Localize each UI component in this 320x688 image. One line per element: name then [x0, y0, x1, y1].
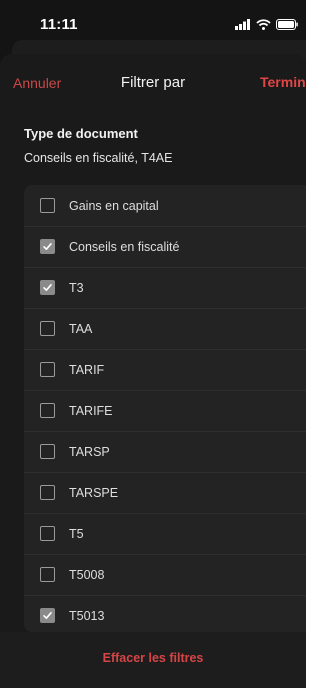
filter-option-row[interactable]: TARSP	[24, 431, 306, 472]
checkbox-unchecked[interactable]	[40, 198, 55, 213]
row-divider	[24, 513, 306, 514]
phone-screen: 11:11 Annuler Filtrer par Termin Type de…	[0, 0, 306, 688]
done-button[interactable]: Terminé	[260, 74, 306, 90]
row-divider	[24, 349, 306, 350]
section-summary: Conseils en fiscalité, T4AE	[24, 151, 173, 165]
checkbox-unchecked[interactable]	[40, 444, 55, 459]
filter-option-label: TAA	[69, 321, 93, 336]
filter-option-label: TARSPE	[69, 485, 119, 500]
filter-option-row[interactable]: TARSPE	[24, 472, 306, 513]
checkbox-unchecked[interactable]	[40, 567, 55, 582]
status-bar: 11:11	[0, 0, 306, 40]
filter-option-row[interactable]: TARIF	[24, 349, 306, 390]
filter-option-label: T5013	[69, 608, 105, 623]
checkbox-unchecked[interactable]	[40, 485, 55, 500]
filter-option-row[interactable]: TARIFE	[24, 390, 306, 431]
checkmark-icon	[43, 284, 52, 291]
checkbox-checked[interactable]	[40, 608, 55, 623]
filter-option-label: TARIF	[69, 362, 105, 377]
row-divider	[24, 226, 306, 227]
status-icons	[235, 17, 298, 35]
checkmark-icon	[43, 243, 52, 250]
checkmark-icon	[43, 612, 52, 619]
filter-option-row[interactable]: TAA	[24, 308, 306, 349]
checkbox-unchecked[interactable]	[40, 321, 55, 336]
filter-option-label: T5008	[69, 567, 105, 582]
filter-option-row[interactable]: T3	[24, 267, 306, 308]
filter-sheet: Annuler Filtrer par Terminé Type de docu…	[0, 54, 306, 688]
filter-option-label: T5	[69, 526, 84, 541]
filter-option-label: Gains en capital	[69, 198, 159, 213]
filter-option-label: TARSP	[69, 444, 110, 459]
row-divider	[24, 308, 306, 309]
row-divider	[24, 554, 306, 555]
filter-option-row[interactable]: T5013	[24, 595, 306, 632]
row-divider	[24, 267, 306, 268]
row-divider	[24, 472, 306, 473]
row-divider	[24, 390, 306, 391]
filter-option-row[interactable]: Conseils en fiscalité	[24, 226, 306, 267]
filter-option-label: Conseils en fiscalité	[69, 239, 180, 254]
checkbox-checked[interactable]	[40, 239, 55, 254]
filter-option-row[interactable]: T5	[24, 513, 306, 554]
clear-filters-button[interactable]: Effacer les filtres	[0, 651, 306, 665]
row-divider	[24, 595, 306, 596]
section-title: Type de document	[24, 126, 138, 141]
nav-bar: Annuler Filtrer par Terminé	[0, 54, 306, 110]
document-type-list: Gains en capital Conseils en fiscalité T3 T…	[24, 185, 306, 632]
filter-option-label: T3	[69, 280, 84, 295]
checkbox-unchecked[interactable]	[40, 362, 55, 377]
battery-icon	[276, 17, 298, 35]
checkbox-checked[interactable]	[40, 280, 55, 295]
row-divider	[24, 431, 306, 432]
filter-option-row[interactable]: T5008	[24, 554, 306, 595]
status-time: 11:11	[40, 16, 78, 33]
signal-icon	[235, 17, 251, 35]
wifi-icon	[256, 17, 271, 35]
checkbox-unchecked[interactable]	[40, 403, 55, 418]
bottom-bar: Effacer les filtres	[0, 632, 306, 688]
filter-option-label: TARIFE	[69, 403, 113, 418]
filter-option-row[interactable]: Gains en capital	[24, 185, 306, 226]
checkbox-unchecked[interactable]	[40, 526, 55, 541]
